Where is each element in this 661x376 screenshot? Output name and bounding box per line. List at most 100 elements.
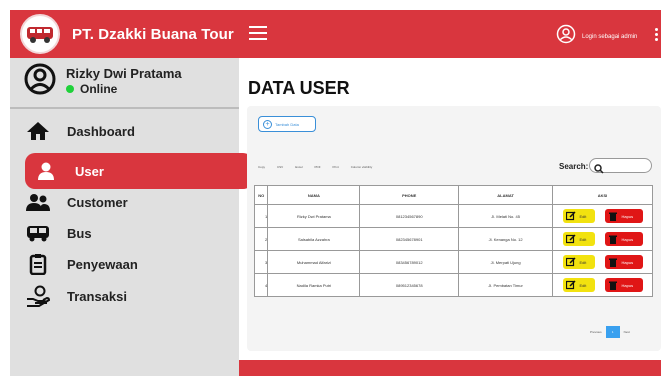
cell-phone: 081234567890 xyxy=(359,204,460,228)
trash-icon xyxy=(608,257,618,267)
avatar-icon xyxy=(24,63,56,100)
table-row: 2 Salsabila Azzahra 082345678901 Jl. Ken… xyxy=(253,227,653,251)
delete-button[interactable]: Hapus xyxy=(604,232,643,246)
bus-logo-icon xyxy=(20,14,60,54)
sidebar-item-label: User xyxy=(75,163,104,179)
brand-title: PT. Dzakki Buana Tour xyxy=(72,25,234,43)
edit-icon xyxy=(565,280,576,290)
hamburger-menu-icon[interactable] xyxy=(249,26,267,40)
clipboard-icon xyxy=(23,252,53,276)
home-icon xyxy=(23,119,53,143)
users-icon xyxy=(23,190,53,214)
copy-button[interactable]: Copy xyxy=(258,165,265,169)
cell-phone: 083456789012 xyxy=(359,250,460,274)
sidebar-item-label: Bus xyxy=(67,225,92,241)
online-dot-icon xyxy=(66,85,74,93)
account-circle-icon[interactable] xyxy=(556,24,576,49)
cell-no: 4 xyxy=(253,273,269,297)
delete-button[interactable]: Hapus xyxy=(604,278,643,292)
brand-header: PT. Dzakki Buana Tour xyxy=(10,10,239,58)
cell-aksi: Edit Hapus xyxy=(552,273,653,297)
edit-icon xyxy=(565,257,576,267)
table-export-controls: Copy CSV Excel PDF Print Column visibili… xyxy=(258,165,372,169)
delete-label: Hapus xyxy=(621,213,634,219)
sidebar-divider xyxy=(10,107,239,109)
cell-aksi: Edit Hapus xyxy=(552,227,653,251)
pdf-button[interactable]: PDF xyxy=(315,165,321,169)
add-data-button[interactable]: + Tambah Data xyxy=(258,116,316,132)
edit-button[interactable]: Edit xyxy=(562,209,595,223)
online-status: Online xyxy=(66,82,182,96)
edit-icon xyxy=(565,234,576,244)
trash-icon xyxy=(608,280,618,290)
column-header-aksi: AKSI xyxy=(552,185,653,205)
hand-money-icon xyxy=(23,284,53,308)
pagination: Previous 1 Next xyxy=(586,326,634,338)
pagination-page[interactable]: 1 xyxy=(605,326,620,338)
edit-label: Edit xyxy=(579,259,587,265)
csv-button[interactable]: CSV xyxy=(277,165,283,169)
delete-button[interactable]: Hapus xyxy=(604,209,643,223)
cell-aksi: Edit Hapus xyxy=(552,250,653,274)
cell-nama: Nadila Ramka Putri xyxy=(267,273,361,297)
topbar: Login sebagai admin xyxy=(239,10,661,58)
delete-label: Hapus xyxy=(621,259,634,265)
cell-alamat: Jl. Merpati Ujung xyxy=(458,250,554,274)
cell-phone: 082345678901 xyxy=(359,227,460,251)
user-icon xyxy=(31,159,61,183)
edit-button[interactable]: Edit xyxy=(562,278,595,292)
search-input[interactable] xyxy=(589,158,652,174)
cell-no: 1 xyxy=(253,204,269,228)
sidebar-item-label: Dashboard xyxy=(67,123,135,139)
page-title: DATA USER xyxy=(248,78,350,98)
cell-nama: Muhammad Alfarizi xyxy=(267,250,361,274)
user-profile: Rizky Dwi Pratama Online xyxy=(10,58,239,105)
cell-phone: 089512345678 xyxy=(359,273,460,297)
edit-button[interactable]: Edit xyxy=(562,255,595,269)
search-label: Search: xyxy=(559,162,589,171)
footer-bar xyxy=(239,360,661,376)
cell-alamat: Jl. Pembatan Timur xyxy=(458,273,554,297)
sidebar-item-label: Transaksi xyxy=(67,288,127,304)
delete-label: Hapus xyxy=(621,236,634,242)
column-header-alamat[interactable]: ALAMAT xyxy=(458,185,554,205)
pagination-next[interactable]: Next xyxy=(620,326,634,338)
sidebar-item-label: Customer xyxy=(67,194,128,210)
profile-name: Rizky Dwi Pratama xyxy=(66,66,182,81)
excel-button[interactable]: Excel xyxy=(295,165,302,169)
cell-nama: Salsabila Azzahra xyxy=(267,227,361,251)
trash-icon xyxy=(608,211,618,221)
cell-aksi: Edit Hapus xyxy=(552,204,653,228)
trash-icon xyxy=(608,234,618,244)
online-status-label: Online xyxy=(80,82,118,96)
sidebar-item-transaksi[interactable]: Transaksi xyxy=(15,278,243,314)
edit-label: Edit xyxy=(579,236,587,242)
column-visibility-button[interactable]: Column visibility xyxy=(351,165,373,169)
edit-icon xyxy=(565,211,576,221)
delete-button[interactable]: Hapus xyxy=(604,255,643,269)
cell-no: 2 xyxy=(253,227,269,251)
sidebar-item-dashboard[interactable]: Dashboard xyxy=(15,113,243,149)
sidebar-item-label: Penyewaan xyxy=(67,256,138,272)
table-row: 3 Muhammad Alfarizi 083456789012 Jl. Mer… xyxy=(253,250,653,274)
sidebar-item-penyewaan[interactable]: Penyewaan xyxy=(15,246,243,282)
print-button[interactable]: Print xyxy=(333,165,339,169)
table-row: 4 Nadila Ramka Putri 089512345678 Jl. Pe… xyxy=(253,273,653,297)
cell-nama: Rizky Dwi Pratama xyxy=(267,204,361,228)
column-header-nama[interactable]: NAMA xyxy=(267,185,361,205)
delete-label: Hapus xyxy=(621,282,634,288)
pagination-previous[interactable]: Previous xyxy=(586,326,606,338)
column-header-phone[interactable]: PHONE xyxy=(359,185,460,205)
edit-label: Edit xyxy=(579,213,587,219)
bus-icon xyxy=(23,221,53,245)
search-icon xyxy=(594,161,604,179)
column-header-no[interactable]: NO xyxy=(253,185,269,205)
table-row: 1 Rizky Dwi Pratama 081234567890 Jl. Mel… xyxy=(253,204,653,228)
cell-no: 3 xyxy=(253,250,269,274)
edit-button[interactable]: Edit xyxy=(562,232,595,246)
login-status-text: Login sebagai admin xyxy=(582,34,638,40)
edit-label: Edit xyxy=(579,282,587,288)
add-data-label: Tambah Data xyxy=(275,121,299,127)
app-root: PT. Dzakki Buana Tour Rizky Dwi Pratama … xyxy=(0,0,661,376)
more-vertical-icon[interactable] xyxy=(655,28,658,43)
